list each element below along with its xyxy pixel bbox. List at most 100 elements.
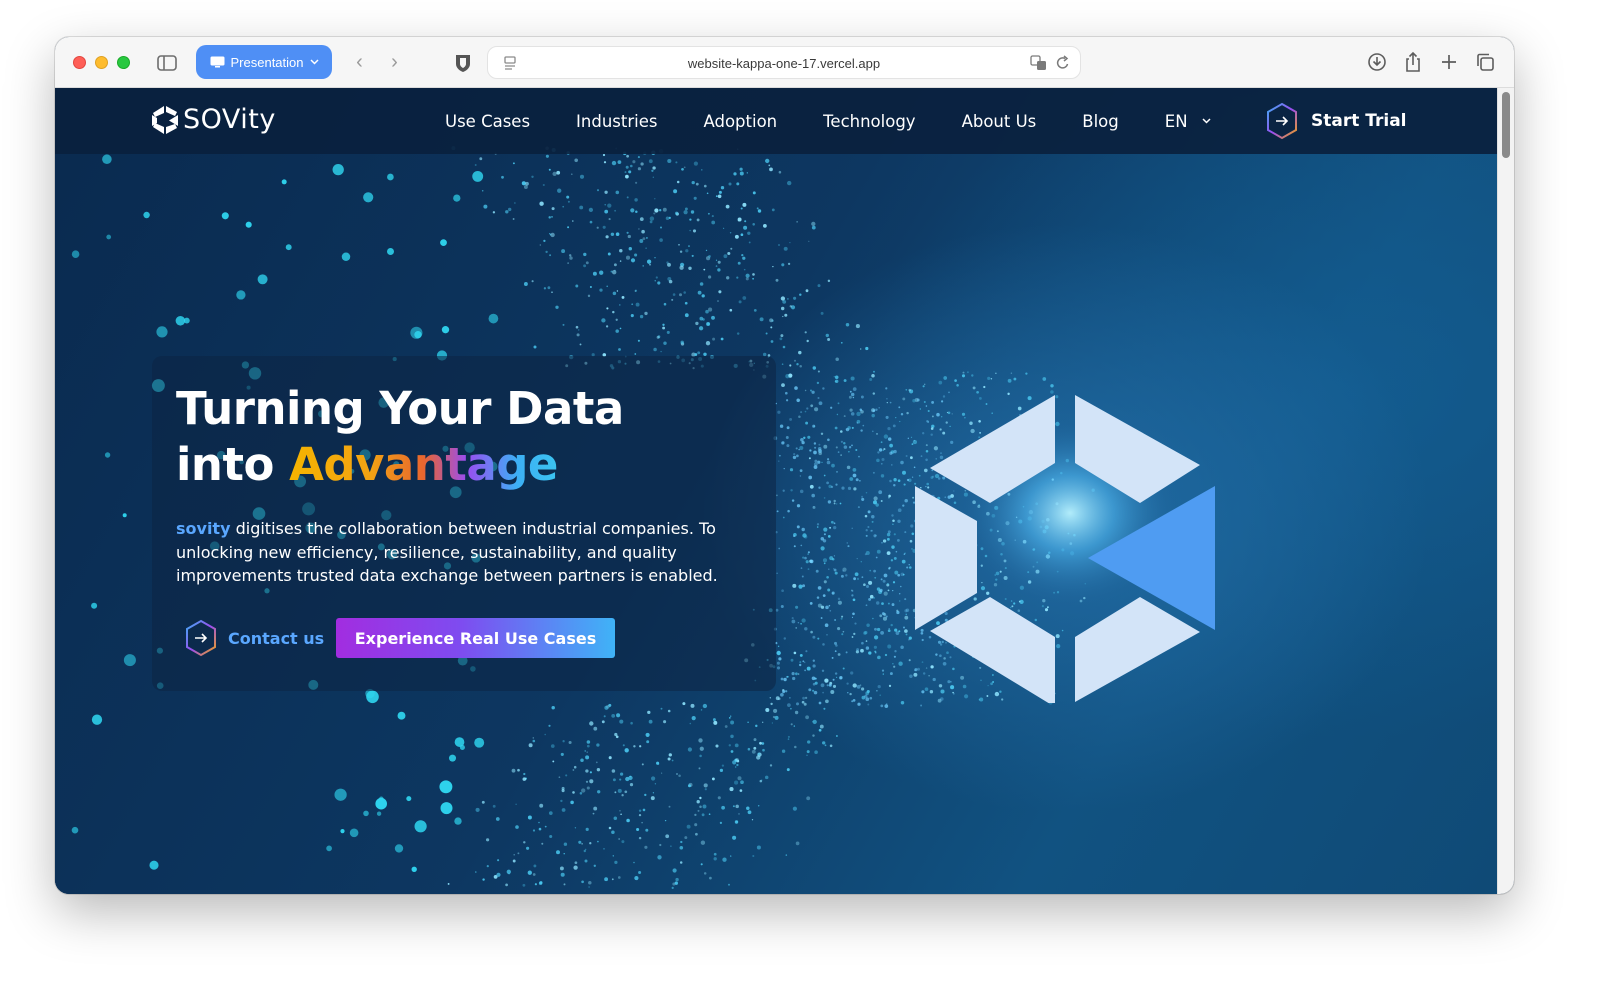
particle-dot xyxy=(615,232,620,236)
particle-dot xyxy=(851,444,853,447)
nav-link-technology[interactable]: Technology xyxy=(823,112,915,131)
particle-dot xyxy=(659,209,662,212)
particle-dot xyxy=(527,870,532,875)
particle-dot xyxy=(703,184,707,188)
particle-dot xyxy=(585,848,587,851)
particle-dot xyxy=(810,389,812,392)
particle-dot xyxy=(515,825,519,829)
experience-use-cases-button[interactable]: Experience Real Use Cases xyxy=(336,618,615,658)
particle-dot xyxy=(555,305,559,309)
particle-dot xyxy=(818,443,821,446)
particle-dot xyxy=(576,333,580,337)
reload-icon[interactable] xyxy=(1056,55,1070,71)
particle-dot xyxy=(813,442,817,445)
nav-link-industries[interactable]: Industries xyxy=(576,112,657,131)
particle-dot xyxy=(556,170,561,175)
contact-us-link[interactable]: Contact us xyxy=(184,619,324,657)
particle-dot xyxy=(649,263,651,266)
particle-dot xyxy=(866,623,870,628)
particle-dot xyxy=(579,792,583,795)
particle-dot xyxy=(603,715,606,718)
particle-dot xyxy=(485,838,490,842)
nav-link-blog[interactable]: Blog xyxy=(1082,112,1118,131)
particle-dot xyxy=(812,664,816,668)
particle-dot xyxy=(634,253,638,257)
particle-dot xyxy=(865,529,868,532)
particle-dot xyxy=(551,207,555,211)
particle-dot xyxy=(811,225,816,230)
share-icon[interactable] xyxy=(1402,49,1424,75)
particle-dot xyxy=(721,764,725,767)
zoom-window-button[interactable] xyxy=(117,56,130,69)
particle-dot xyxy=(734,743,739,748)
back-arrow-icon[interactable]: ‹ xyxy=(356,51,363,74)
particle-dot xyxy=(823,533,826,536)
particle-dot xyxy=(883,591,888,596)
particle-dot xyxy=(849,692,852,696)
sidebar-toggle-icon[interactable] xyxy=(151,49,183,77)
particle-dot xyxy=(822,387,825,390)
particle-dot xyxy=(665,216,670,220)
sovity-logo[interactable]: SOVity xyxy=(151,104,276,135)
particle-dot xyxy=(770,340,774,343)
particle-dot xyxy=(245,221,252,228)
particle-dot xyxy=(752,854,755,858)
particle-dot xyxy=(562,205,565,208)
new-tab-icon[interactable] xyxy=(1438,49,1460,75)
scrollbar-thumb[interactable] xyxy=(1502,92,1510,158)
particle-dot xyxy=(717,268,721,272)
page-scrollbar[interactable] xyxy=(1497,88,1514,894)
browser-toolbar: Presentation ‹ › website-kappa-one-17.ve… xyxy=(55,37,1514,88)
particle-dot xyxy=(349,828,359,838)
particle-dot xyxy=(880,631,884,635)
particle-dot xyxy=(653,347,657,352)
particle-dot xyxy=(799,663,802,667)
close-window-button[interactable] xyxy=(73,56,86,69)
translate-icon[interactable] xyxy=(1030,55,1048,71)
address-bar[interactable]: website-kappa-one-17.vercel.app xyxy=(487,46,1081,79)
language-selector[interactable]: EN xyxy=(1165,112,1211,131)
particle-dot xyxy=(654,198,656,200)
particle-dot xyxy=(865,491,868,494)
particle-dot xyxy=(646,259,652,264)
particle-dot xyxy=(175,316,186,326)
particle-dot xyxy=(701,169,703,171)
particle-dot xyxy=(757,752,761,756)
nav-link-adoption[interactable]: Adoption xyxy=(703,112,777,131)
particle-dot xyxy=(654,280,656,282)
particle-dot xyxy=(756,845,761,850)
particle-dot xyxy=(869,696,873,700)
particle-dot xyxy=(880,474,885,478)
particle-dot xyxy=(801,575,804,578)
downloads-icon[interactable] xyxy=(1366,49,1388,75)
presentation-button[interactable]: Presentation xyxy=(196,45,332,79)
particle-dot xyxy=(794,745,797,749)
particle-dot xyxy=(574,158,578,163)
particle-dot xyxy=(831,591,835,595)
particle-dot xyxy=(806,339,809,343)
particle-dot xyxy=(612,270,617,275)
minimize-window-button[interactable] xyxy=(95,56,108,69)
nav-link-about-us[interactable]: About Us xyxy=(962,112,1037,131)
particle-dot xyxy=(833,499,836,503)
particle-dot xyxy=(882,449,884,452)
forward-arrow-icon[interactable]: › xyxy=(391,51,398,74)
particle-dot xyxy=(718,290,722,294)
privacy-shield-icon[interactable] xyxy=(447,49,479,77)
particle-dot xyxy=(850,392,855,397)
particle-dot xyxy=(801,618,806,623)
particle-dot xyxy=(698,738,703,743)
start-trial-button[interactable]: Start Trial xyxy=(1265,102,1407,140)
particle-dot xyxy=(889,479,892,483)
particle-dot xyxy=(634,353,637,355)
nav-link-use-cases[interactable]: Use Cases xyxy=(445,112,530,131)
particle-dot xyxy=(780,692,784,697)
particle-dot xyxy=(804,627,808,631)
particle-dot xyxy=(850,671,854,675)
particle-dot xyxy=(619,248,623,253)
particle-dot xyxy=(440,239,447,246)
particle-dot xyxy=(880,462,883,465)
particle-dot xyxy=(735,766,737,768)
tab-overview-icon[interactable] xyxy=(1474,49,1496,75)
particle-dot xyxy=(850,412,855,416)
